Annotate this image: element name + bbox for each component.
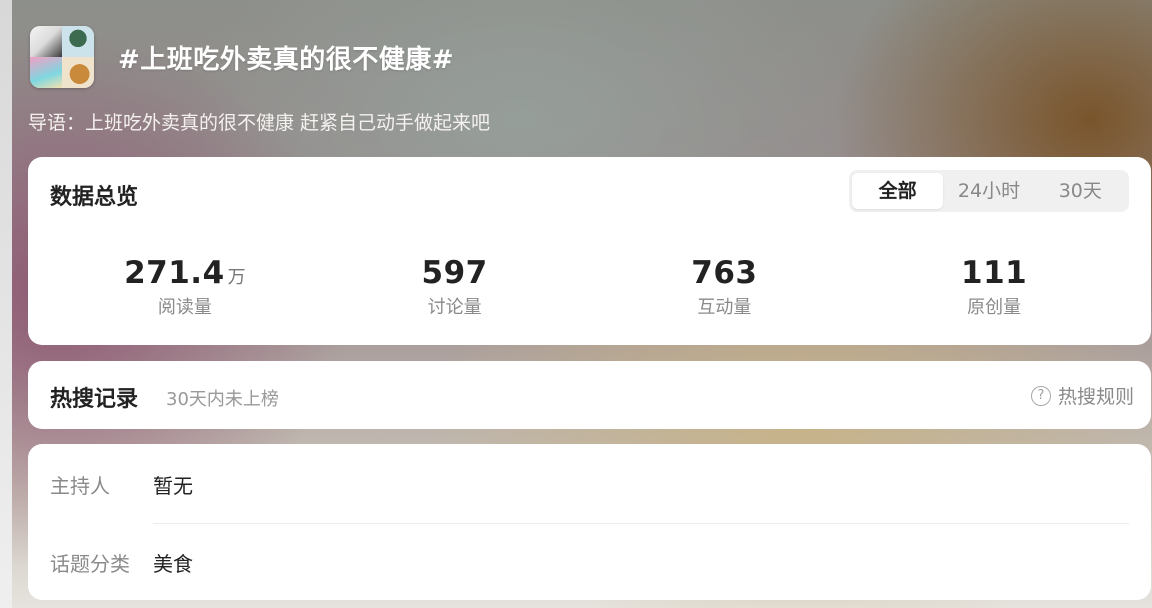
hot-search-note: 30天内未上榜 — [166, 389, 279, 410]
topic-intro: 导语：上班吃外卖真的很不健康 赶紧自己动手做起来吧 — [28, 112, 491, 134]
topic-title: #上班吃外卖真的很不健康# — [118, 44, 455, 75]
divider — [153, 523, 1129, 524]
host-value: 暂无 — [153, 473, 193, 498]
overview-title: 数据总览 — [50, 185, 139, 210]
stat-label: 互动量 — [697, 297, 752, 318]
stat-originals: 111 原创量 — [859, 255, 1129, 319]
stats-row: 271.4 万 阅读量 597 讨论量 763 互动量 111 原创量 — [50, 255, 1129, 319]
topic-info-card: 主持人 暂无 话题分类 美食 — [28, 444, 1151, 600]
stat-value: 597 — [421, 255, 488, 291]
hot-search-rules-link[interactable]: ? 热搜规则 — [1030, 382, 1134, 409]
question-circle-icon: ? — [1030, 385, 1051, 406]
avatar-tile — [62, 57, 94, 88]
avatar-tile — [30, 26, 62, 57]
hot-search-card: 热搜记录 30天内未上榜 ? 热搜规则 — [28, 361, 1151, 429]
avatar-tile — [30, 57, 62, 88]
stat-unit: 万 — [227, 267, 246, 288]
left-edge-strip — [0, 0, 12, 608]
stat-interactions: 763 互动量 — [590, 255, 860, 319]
info-row-host: 主持人 暂无 — [50, 464, 193, 504]
tab-24h[interactable]: 24小时 — [943, 173, 1034, 209]
stat-discussions: 597 讨论量 — [320, 255, 590, 319]
category-value: 美食 — [153, 551, 193, 576]
topic-avatar — [30, 26, 94, 88]
stat-value: 271.4 — [124, 255, 225, 291]
stat-label: 讨论量 — [427, 297, 482, 318]
info-row-category: 话题分类 美食 — [50, 542, 193, 582]
tab-all[interactable]: 全部 — [852, 173, 944, 209]
stat-value: 763 — [691, 255, 758, 291]
host-label: 主持人 — [50, 473, 110, 498]
topic-header: #上班吃外卖真的很不健康# — [30, 26, 454, 88]
category-label: 话题分类 — [50, 551, 130, 576]
stat-reads: 271.4 万 阅读量 — [50, 255, 320, 319]
stat-label: 原创量 — [967, 297, 1022, 318]
hot-search-rules-label: 热搜规则 — [1057, 386, 1134, 408]
data-overview-card: 数据总览 全部 24小时 30天 271.4 万 阅读量 597 讨论量 763 … — [28, 157, 1151, 345]
tab-30d[interactable]: 30天 — [1035, 173, 1126, 209]
avatar-tile — [62, 26, 94, 57]
time-range-tabs: 全部 24小时 30天 — [849, 170, 1129, 212]
stat-value: 111 — [961, 255, 1028, 291]
hot-search-title: 热搜记录 — [50, 387, 139, 412]
stat-label: 阅读量 — [157, 297, 212, 318]
